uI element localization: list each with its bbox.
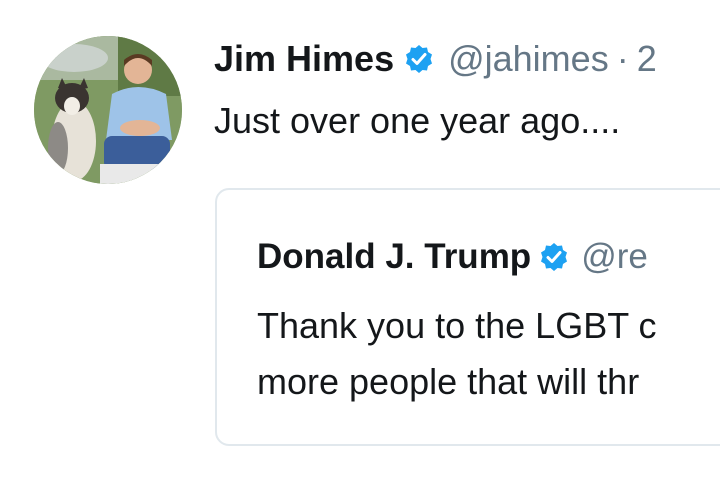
quoted-author-line: Donald J. Trump @re: [257, 234, 648, 280]
quoted-text-line: more people that will thr: [257, 361, 640, 402]
verified-badge-icon: [539, 242, 569, 272]
tweet-text: Just over one year ago....: [214, 100, 621, 141]
quoted-tweet-card[interactable]: Donald J. Trump @re Thank you to the LGB…: [215, 188, 720, 446]
separator-dot: ·: [616, 38, 629, 79]
author-handle[interactable]: @jahimes: [448, 34, 609, 84]
tweet-author-line: Jim Himes @jahimes · 2: [214, 34, 657, 84]
verified-badge-icon: [404, 44, 434, 74]
tweet-timestamp[interactable]: 2: [637, 34, 657, 84]
tweet-screenshot: Jim Himes @jahimes · 2 Just over one yea…: [0, 0, 720, 480]
quoted-author-display-name: Donald J. Trump: [257, 237, 532, 276]
quoted-tweet-text: Thank you to the LGBT c more people that…: [257, 298, 657, 410]
quoted-author-handle: @re: [581, 237, 648, 276]
quoted-text-line: Thank you to the LGBT c: [257, 305, 657, 346]
avatar-photo: [34, 36, 182, 184]
avatar[interactable]: [34, 36, 182, 184]
author-display-name[interactable]: Jim Himes: [214, 34, 394, 84]
